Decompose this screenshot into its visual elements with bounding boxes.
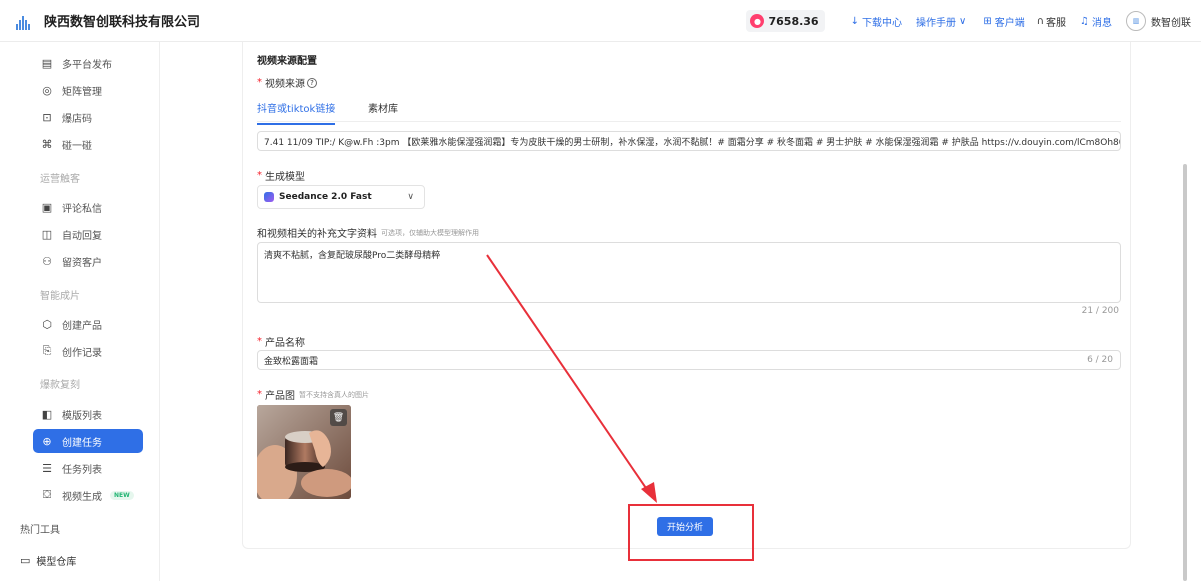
service-link[interactable]: ∩ 客服 — [1037, 14, 1066, 29]
scan-icon: ⊡ — [42, 110, 52, 124]
section-title: 视频来源配置 — [257, 56, 317, 67]
credit-value: 7658.36 — [768, 14, 819, 28]
seedance-icon — [264, 192, 274, 202]
main-content: 视频来源配置 * 视频来源 ? 抖音或tiktok链接 素材库 7.41 11/… — [160, 42, 1201, 581]
warehouse-icon: ▭ — [20, 554, 31, 567]
reply-icon: ◫ — [41, 227, 53, 241]
sidebar-item-create-product[interactable]: ⬡ 创建产品 — [33, 312, 143, 336]
tab-material-library[interactable]: 素材库 — [368, 100, 398, 115]
nfc-icon: ⌘ — [41, 137, 53, 151]
product-icon: ⬡ — [42, 317, 52, 331]
messages-link[interactable]: ♫ 消息 — [1080, 14, 1112, 29]
hot-tools: 热门工具 — [20, 525, 60, 536]
sidebar-item-multi-publish[interactable]: ▤ 多平台发布 — [33, 51, 143, 75]
coin-icon: ● — [750, 14, 765, 28]
form-card: 视频来源配置 * 视频来源 ? 抖音或tiktok链接 素材库 7.41 11/… — [242, 42, 1131, 549]
avatar[interactable]: ▥ — [1126, 11, 1146, 31]
sidebar-item-leads[interactable]: ⚇ 留资客户 — [33, 249, 143, 273]
user-name[interactable]: 数智创联 — [1151, 14, 1191, 29]
manual-dropdown[interactable]: 操作手册 ∨ — [916, 14, 969, 29]
download-icon: ↓ — [850, 15, 859, 27]
supplement-label: 和视频相关的补充文字资料 可选项，仅辅助大模型理解作用 — [257, 228, 479, 241]
top-header: 陕西数智创联科技有限公司 ● 7658.36 ↓ 下载中心 操作手册 ∨ ⊞ 客… — [0, 0, 1201, 42]
page-scrollbar[interactable] — [1183, 164, 1187, 581]
client-link[interactable]: ⊞ 客户端 — [983, 14, 1024, 29]
sidebar-item-tap[interactable]: ⌘ 碰一碰 — [33, 132, 143, 156]
video-link-input[interactable]: 7.41 11/09 TIP:/ K@w.Fh :3pm 【欧莱雅水能保湿强润霜… — [257, 131, 1121, 151]
start-analysis-button[interactable]: 开始分析 — [657, 517, 713, 536]
grid-icon: ▤ — [41, 56, 53, 70]
group-copy: 爆款复刻 — [40, 380, 80, 391]
headset-icon: ∩ — [1036, 15, 1045, 27]
product-image-label: * 产品图 暂不支持含真人的图片 — [257, 389, 369, 402]
product-name-label: * 产品名称 — [257, 336, 305, 349]
comment-icon: ▣ — [41, 200, 53, 214]
group-ai: 智能成片 — [40, 291, 80, 302]
sidebar-item-templates[interactable]: ◧ 模版列表 — [33, 402, 143, 426]
help-icon[interactable]: ? — [307, 77, 317, 88]
client-grid-icon: ⊞ — [983, 15, 992, 27]
source-tabs: 抖音或tiktok链接 素材库 — [257, 96, 1121, 125]
company-name: 陕西数智创联科技有限公司 — [44, 15, 201, 30]
product-image-thumbnail[interactable]: 🗑 — [257, 405, 351, 499]
customer-icon: ⚇ — [42, 254, 52, 268]
sidebar-item-store-code[interactable]: ⊡ 爆店码 — [33, 105, 143, 129]
video-icon: ⛋ — [42, 488, 52, 501]
record-icon: ⎘ — [42, 344, 52, 357]
sidebar-item-auto-reply[interactable]: ◫ 自动回复 — [33, 222, 143, 246]
new-badge: NEW — [110, 490, 134, 500]
download-center-link[interactable]: ↓ 下载中心 — [851, 14, 902, 29]
company-logo[interactable]: 陕西数智创联科技有限公司 — [10, 8, 200, 34]
sidebar-item-records[interactable]: ⎘ 创作记录 — [33, 339, 143, 363]
product-name-counter: 6 / 20 — [1087, 355, 1113, 365]
chevron-down-icon: ∨ — [407, 192, 414, 202]
task-list-icon: ☰ — [42, 461, 52, 475]
delete-image-button[interactable]: 🗑 — [330, 409, 347, 426]
sidebar: ▤ 多平台发布 ◎ 矩阵管理 ⊡ 爆店码 ⌘ 碰一碰 运营触客 ▣ 评论私信 ◫ 自动回复 … — [0, 42, 160, 581]
sidebar-item-create-task[interactable]: ⊕ 创建任务 — [33, 429, 143, 453]
supplement-textarea[interactable]: 清爽不粘腻，含复配玻尿酸Pro二类酵母精粹 — [257, 242, 1121, 303]
group-ops: 运营触客 — [40, 174, 80, 185]
credit-balance[interactable]: ● 7658.36 — [746, 10, 825, 32]
logo-icon — [10, 8, 36, 34]
model-label: * 生成模型 — [257, 170, 305, 183]
supplement-counter: 21 / 200 — [1081, 306, 1119, 316]
matrix-icon: ◎ — [42, 83, 52, 97]
sidebar-item-comments[interactable]: ▣ 评论私信 — [33, 195, 143, 219]
tab-douyin-link[interactable]: 抖音或tiktok链接 — [257, 100, 336, 125]
sidebar-item-video-gen[interactable]: ⛋ 视频生成 NEW — [33, 483, 143, 507]
sidebar-item-matrix[interactable]: ◎ 矩阵管理 — [33, 78, 143, 102]
bell-icon: ♫ — [1080, 15, 1089, 27]
product-name-input[interactable]: 金致松露面霜 6 / 20 — [257, 350, 1121, 370]
template-icon: ◧ — [41, 407, 53, 421]
sidebar-item-task-list[interactable]: ☰ 任务列表 — [33, 456, 143, 480]
sidebar-item-model-warehouse[interactable]: ▭ 模型仓库 — [20, 553, 76, 568]
video-source-label: * 视频来源 ? — [257, 75, 317, 90]
model-select[interactable]: Seedance 2.0 Fast ∨ — [257, 185, 425, 209]
chevron-down-icon: ∨ — [958, 15, 967, 27]
create-task-icon: ⊕ — [42, 434, 52, 448]
